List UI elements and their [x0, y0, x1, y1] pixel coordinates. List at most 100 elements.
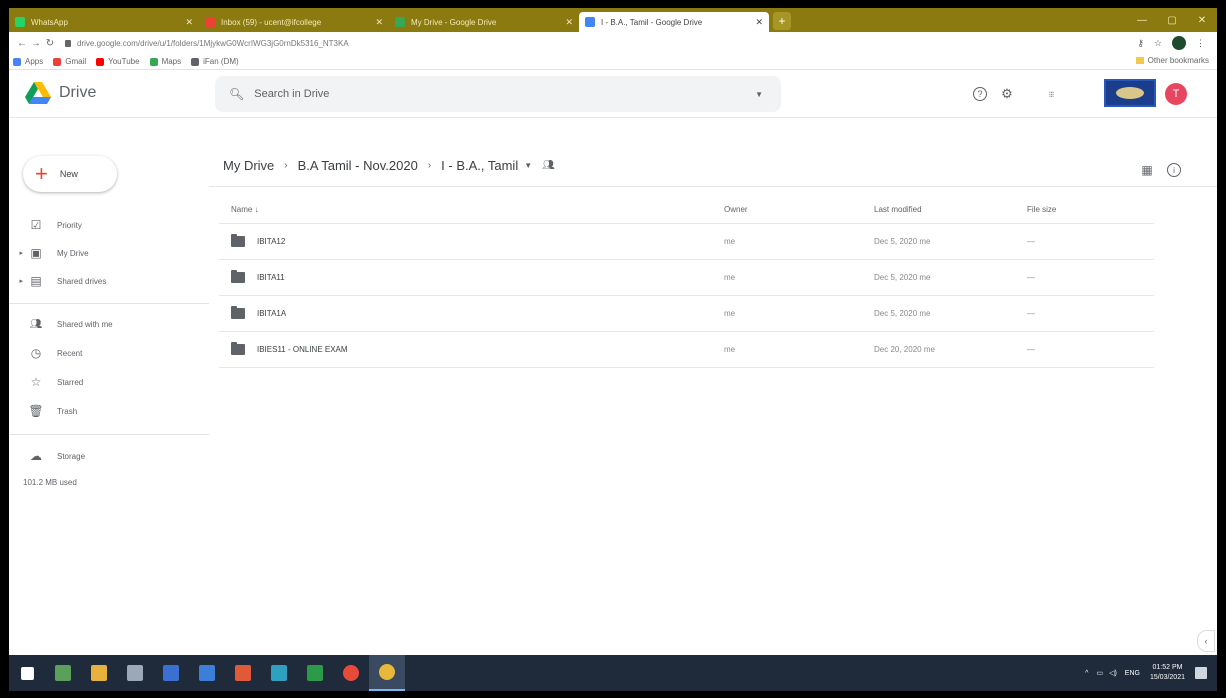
organization-logo[interactable] — [1104, 79, 1156, 107]
search-bar[interactable]: 🔍︎ Search in Drive ▼ — [215, 76, 781, 112]
globe-icon — [191, 57, 200, 66]
shared-drives-icon: ▤ — [30, 274, 42, 288]
star-icon[interactable]: ☆ — [1154, 38, 1162, 49]
language-indicator[interactable]: ENG — [1125, 670, 1140, 677]
key-icon[interactable]: ⚷ — [1137, 38, 1144, 49]
tray-chevron-icon[interactable]: ^ — [1085, 670, 1088, 677]
close-icon[interactable]: ✕ — [179, 17, 193, 28]
header-icons: ? ⚙ ⁝⁝⁝ — [973, 84, 1071, 104]
my-drive-icon: ▣ — [30, 246, 42, 260]
sidebar-item-priority[interactable]: ☑ Priority — [9, 213, 209, 237]
sidebar-item-starred[interactable]: ☆ Starred — [9, 370, 209, 394]
other-bookmarks[interactable]: Other bookmarks — [1135, 56, 1209, 65]
menu-icon[interactable]: ⋮ — [1196, 38, 1205, 49]
table-row[interactable]: IBITA11 me Dec 5, 2020 me — — [219, 260, 1154, 296]
bookmark-apps[interactable]: Apps — [13, 57, 43, 66]
tab-gmail[interactable]: Inbox (59) - ucent@ifcollege ✕ — [199, 12, 389, 32]
taskbar-app[interactable] — [261, 655, 297, 691]
close-icon[interactable]: ✕ — [369, 17, 383, 28]
tab-whatsapp[interactable]: WhatsApp ✕ — [9, 12, 199, 32]
notifications-icon[interactable] — [1195, 667, 1207, 679]
maximize-button[interactable]: ▢ — [1157, 8, 1187, 32]
breadcrumb-ba-tamil-nov-2020[interactable]: B.A Tamil - Nov.2020 — [298, 158, 418, 173]
shared-folder-icon: 👥︎ — [542, 160, 555, 171]
whatsapp-icon — [15, 17, 25, 27]
taskbar-app[interactable] — [45, 655, 81, 691]
chevron-down-icon[interactable]: ▼ — [524, 161, 532, 170]
breadcrumb-current-folder[interactable]: I - B.A., Tamil — [441, 158, 518, 173]
forward-icon[interactable]: → — [29, 38, 43, 49]
new-button[interactable]: + New — [23, 156, 117, 192]
system-tray: ^ ▭ ◁) ENG 01:52 PM 15/03/2021 — [1085, 655, 1217, 691]
trash-icon: 🗑︎ — [28, 404, 44, 418]
info-icon[interactable]: i — [1167, 163, 1181, 177]
start-button[interactable] — [9, 655, 45, 691]
shared-with-me-icon: 👥︎ — [29, 318, 43, 330]
apps-grid-icon[interactable]: ⁝⁝⁝ — [1041, 84, 1061, 104]
table-row[interactable]: IBITA1A me Dec 5, 2020 me — — [219, 296, 1154, 332]
search-options-icon[interactable]: ▼ — [755, 90, 763, 99]
sidebar-item-recent[interactable]: ◷ Recent — [9, 341, 209, 365]
back-icon[interactable]: ← — [15, 38, 29, 49]
account-avatar[interactable]: T — [1165, 83, 1187, 105]
grid-view-icon[interactable]: ▦ — [1137, 160, 1157, 180]
minimize-button[interactable]: — — [1127, 8, 1157, 32]
sidebar-item-shared-with-me[interactable]: 👥︎ Shared with me — [9, 312, 209, 336]
sidebar-item-label: Shared drives — [57, 276, 107, 286]
table-row[interactable]: IBITA12 me Dec 5, 2020 me — — [219, 224, 1154, 260]
tab-my-drive[interactable]: My Drive - Google Drive ✕ — [389, 12, 579, 32]
sidebar-item-my-drive[interactable]: ▸ ▣ My Drive — [9, 241, 209, 265]
app-icon — [163, 665, 179, 681]
windows-taskbar: ^ ▭ ◁) ENG 01:52 PM 15/03/2021 — [9, 655, 1217, 691]
sidebar-item-storage[interactable]: ☁︎ Storage — [9, 444, 209, 468]
file-size: — — [1027, 345, 1035, 354]
app-icon — [199, 665, 215, 681]
drive-header: Drive 🔍︎ Search in Drive ▼ ? ⚙ ⁝⁝⁝ T — [9, 70, 1217, 118]
search-icon[interactable]: 🔍︎ — [229, 87, 244, 101]
sidebar-item-shared-drives[interactable]: ▸ ▤ Shared drives — [9, 269, 209, 293]
settings-icon[interactable]: ⚙ — [997, 84, 1017, 104]
close-icon[interactable]: ✕ — [559, 17, 573, 28]
sidebar-item-trash[interactable]: 🗑︎ Trash — [9, 399, 209, 423]
breadcrumb: My Drive › B.A Tamil - Nov.2020 › I - B.… — [223, 158, 555, 173]
volume-icon[interactable]: ◁) — [1109, 669, 1117, 677]
taskbar-file-explorer[interactable] — [81, 655, 117, 691]
reload-icon[interactable]: ↻ — [43, 38, 57, 49]
tab-title: My Drive - Google Drive — [411, 17, 497, 27]
url-bar[interactable]: drive.google.com/drive/u/1/folders/1Mjyk… — [65, 34, 1137, 52]
taskbar-app[interactable] — [297, 655, 333, 691]
taskbar-chrome[interactable] — [369, 655, 405, 691]
help-icon[interactable]: ? — [973, 87, 987, 101]
network-icon[interactable]: ▭ — [1096, 669, 1103, 677]
tab-title: Inbox (59) - ucent@ifcollege — [221, 17, 322, 27]
sidebar-item-label: Priority — [57, 220, 82, 230]
table-row[interactable]: IBIES11 - ONLINE EXAM me Dec 20, 2020 me… — [219, 332, 1154, 368]
taskbar-app[interactable] — [189, 655, 225, 691]
clock[interactable]: 01:52 PM 15/03/2021 — [1150, 663, 1185, 683]
expand-arrow-icon[interactable]: ▸ — [9, 277, 23, 285]
bookmark-gmail[interactable]: Gmail — [53, 57, 86, 66]
drive-logo-link[interactable]: Drive — [25, 82, 96, 104]
cloud-icon: ☁︎ — [30, 449, 42, 463]
column-last-modified[interactable]: Last modified — [874, 205, 1027, 214]
close-window-button[interactable]: ✕ — [1187, 8, 1217, 32]
taskbar-app[interactable] — [225, 655, 261, 691]
gmail-icon — [205, 17, 215, 27]
other-bookmarks-label: Other bookmarks — [1147, 56, 1209, 65]
side-panel-toggle[interactable]: ‹ — [1197, 630, 1215, 652]
bookmark-label: iFan (DM) — [203, 57, 239, 66]
profile-icon[interactable] — [1172, 36, 1186, 50]
column-name[interactable]: Name ↓ — [219, 205, 724, 214]
expand-arrow-icon[interactable]: ▸ — [9, 249, 23, 257]
new-tab-button[interactable]: + — [773, 12, 791, 30]
taskbar-app[interactable] — [117, 655, 153, 691]
bookmark-youtube[interactable]: YouTube — [96, 57, 140, 66]
tab-current-folder[interactable]: I - B.A., Tamil - Google Drive ✕ — [579, 12, 769, 32]
close-icon[interactable]: ✕ — [749, 17, 763, 28]
taskbar-app[interactable] — [153, 655, 189, 691]
taskbar-app[interactable] — [333, 655, 369, 691]
search-input[interactable]: Search in Drive — [254, 88, 329, 100]
breadcrumb-my-drive[interactable]: My Drive — [223, 158, 274, 173]
bookmark-maps[interactable]: Maps — [149, 57, 181, 66]
bookmark-ifan[interactable]: iFan (DM) — [191, 57, 239, 66]
